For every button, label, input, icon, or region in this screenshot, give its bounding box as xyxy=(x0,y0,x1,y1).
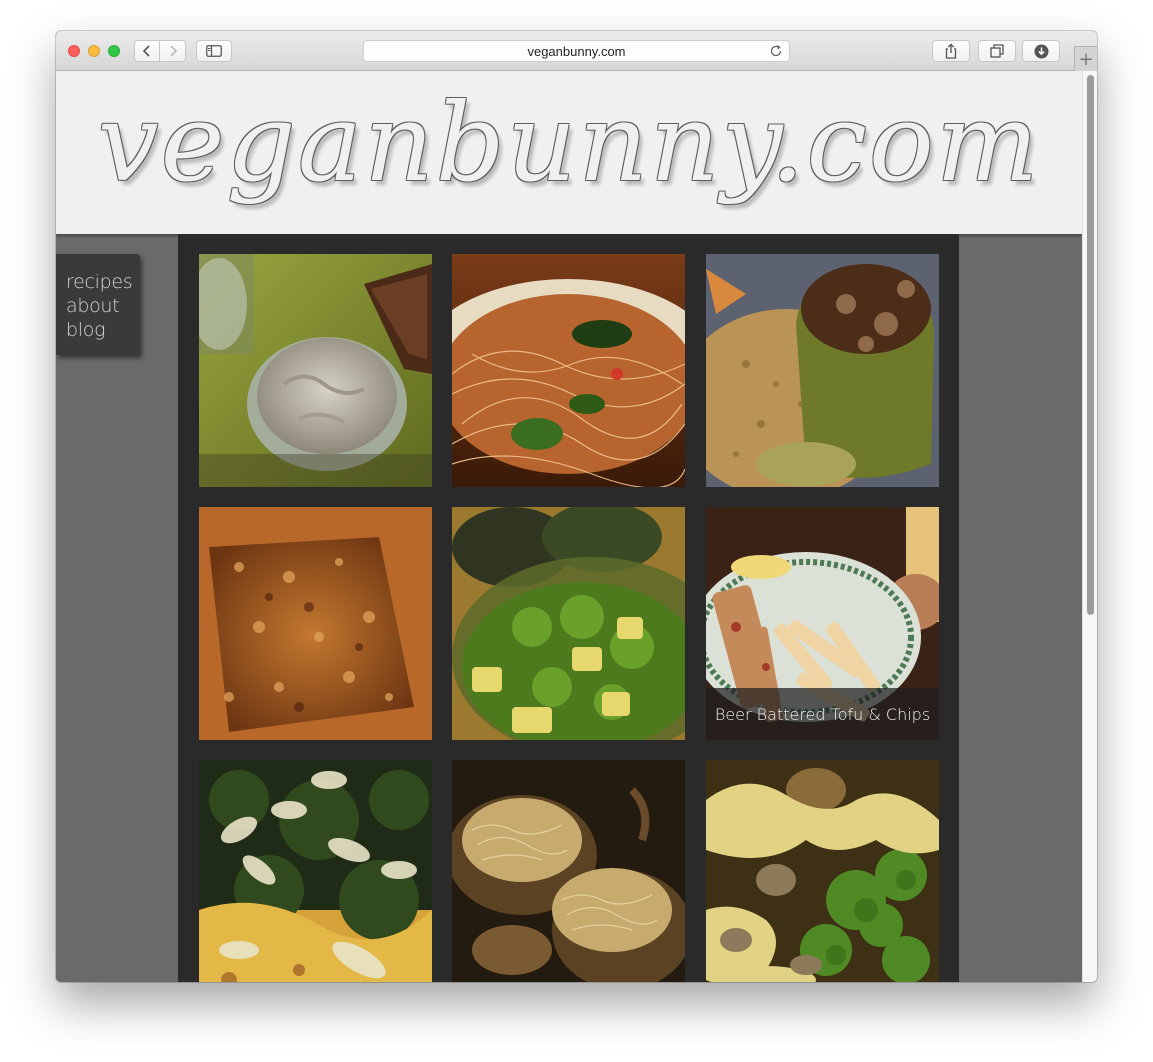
tile-stuffed-onions[interactable] xyxy=(452,760,685,982)
address-bar[interactable]: veganbunny.com xyxy=(363,40,790,62)
plus-icon: + xyxy=(1078,48,1094,70)
tile-stuffed-pepper[interactable] xyxy=(706,254,939,487)
broccoli-sauce-photo xyxy=(706,760,939,982)
nav-link-recipes[interactable]: recipes xyxy=(66,270,140,294)
minimize-window-button[interactable] xyxy=(88,45,100,57)
stuffed-onions-photo xyxy=(452,760,685,982)
site-header: veganbunny.com xyxy=(56,71,1082,234)
nav-link-about[interactable]: about xyxy=(66,294,140,318)
chevron-left-icon xyxy=(143,45,150,57)
tile-broccoli-sauce[interactable] xyxy=(706,760,939,982)
browser-toolbar: veganbunny.com + xyxy=(56,31,1097,71)
tile-crusted-tofu[interactable] xyxy=(199,507,432,740)
tile-caption: Beer Battered Tofu & Chips xyxy=(706,688,939,740)
stuffed-pepper-photo xyxy=(706,254,939,487)
share-button[interactable] xyxy=(932,40,970,62)
noodles-photo xyxy=(452,254,685,487)
sidebar-toggle-button[interactable] xyxy=(196,40,232,62)
tile-creamy-dip[interactable] xyxy=(199,254,432,487)
chevron-right-icon xyxy=(169,45,177,57)
share-icon xyxy=(945,43,957,59)
back-button[interactable] xyxy=(134,40,160,62)
forward-button[interactable] xyxy=(160,40,186,62)
kale-frittata-photo xyxy=(199,760,432,982)
tabs-icon xyxy=(990,44,1004,58)
close-window-button[interactable] xyxy=(68,45,80,57)
new-tab-button[interactable]: + xyxy=(1074,46,1097,71)
site-nav-menu: recipes about blog xyxy=(56,254,140,355)
sidebar-icon xyxy=(206,45,222,57)
kale-avocado-photo xyxy=(452,507,685,740)
tile-noodles[interactable] xyxy=(452,254,685,487)
tile-kale-frittata[interactable] xyxy=(199,760,432,982)
nav-link-blog[interactable]: blog xyxy=(66,318,140,342)
zoom-window-button[interactable] xyxy=(108,45,120,57)
recipe-gallery: Beer Battered Tofu & Chips xyxy=(178,234,959,982)
site-logo[interactable]: veganbunny.com xyxy=(56,79,1082,209)
crusted-tofu-photo xyxy=(199,507,432,740)
reload-icon[interactable] xyxy=(769,44,783,58)
tile-kale-avocado-salad[interactable] xyxy=(452,507,685,740)
vertical-scrollbar[interactable] xyxy=(1082,71,1097,982)
tile-beer-battered-tofu[interactable]: Beer Battered Tofu & Chips xyxy=(706,507,939,740)
browser-window: veganbunny.com + veganbunny.com recipes … xyxy=(56,31,1097,982)
downloads-button[interactable] xyxy=(1022,40,1060,62)
page-content: veganbunny.com recipes about blog Beer B… xyxy=(56,71,1082,982)
creamy-dip-photo xyxy=(199,254,432,487)
tabs-overview-button[interactable] xyxy=(978,40,1016,62)
history-nav xyxy=(134,40,187,62)
download-icon xyxy=(1034,44,1048,58)
scrollbar-thumb[interactable] xyxy=(1087,75,1094,615)
url-text: veganbunny.com xyxy=(527,43,626,59)
